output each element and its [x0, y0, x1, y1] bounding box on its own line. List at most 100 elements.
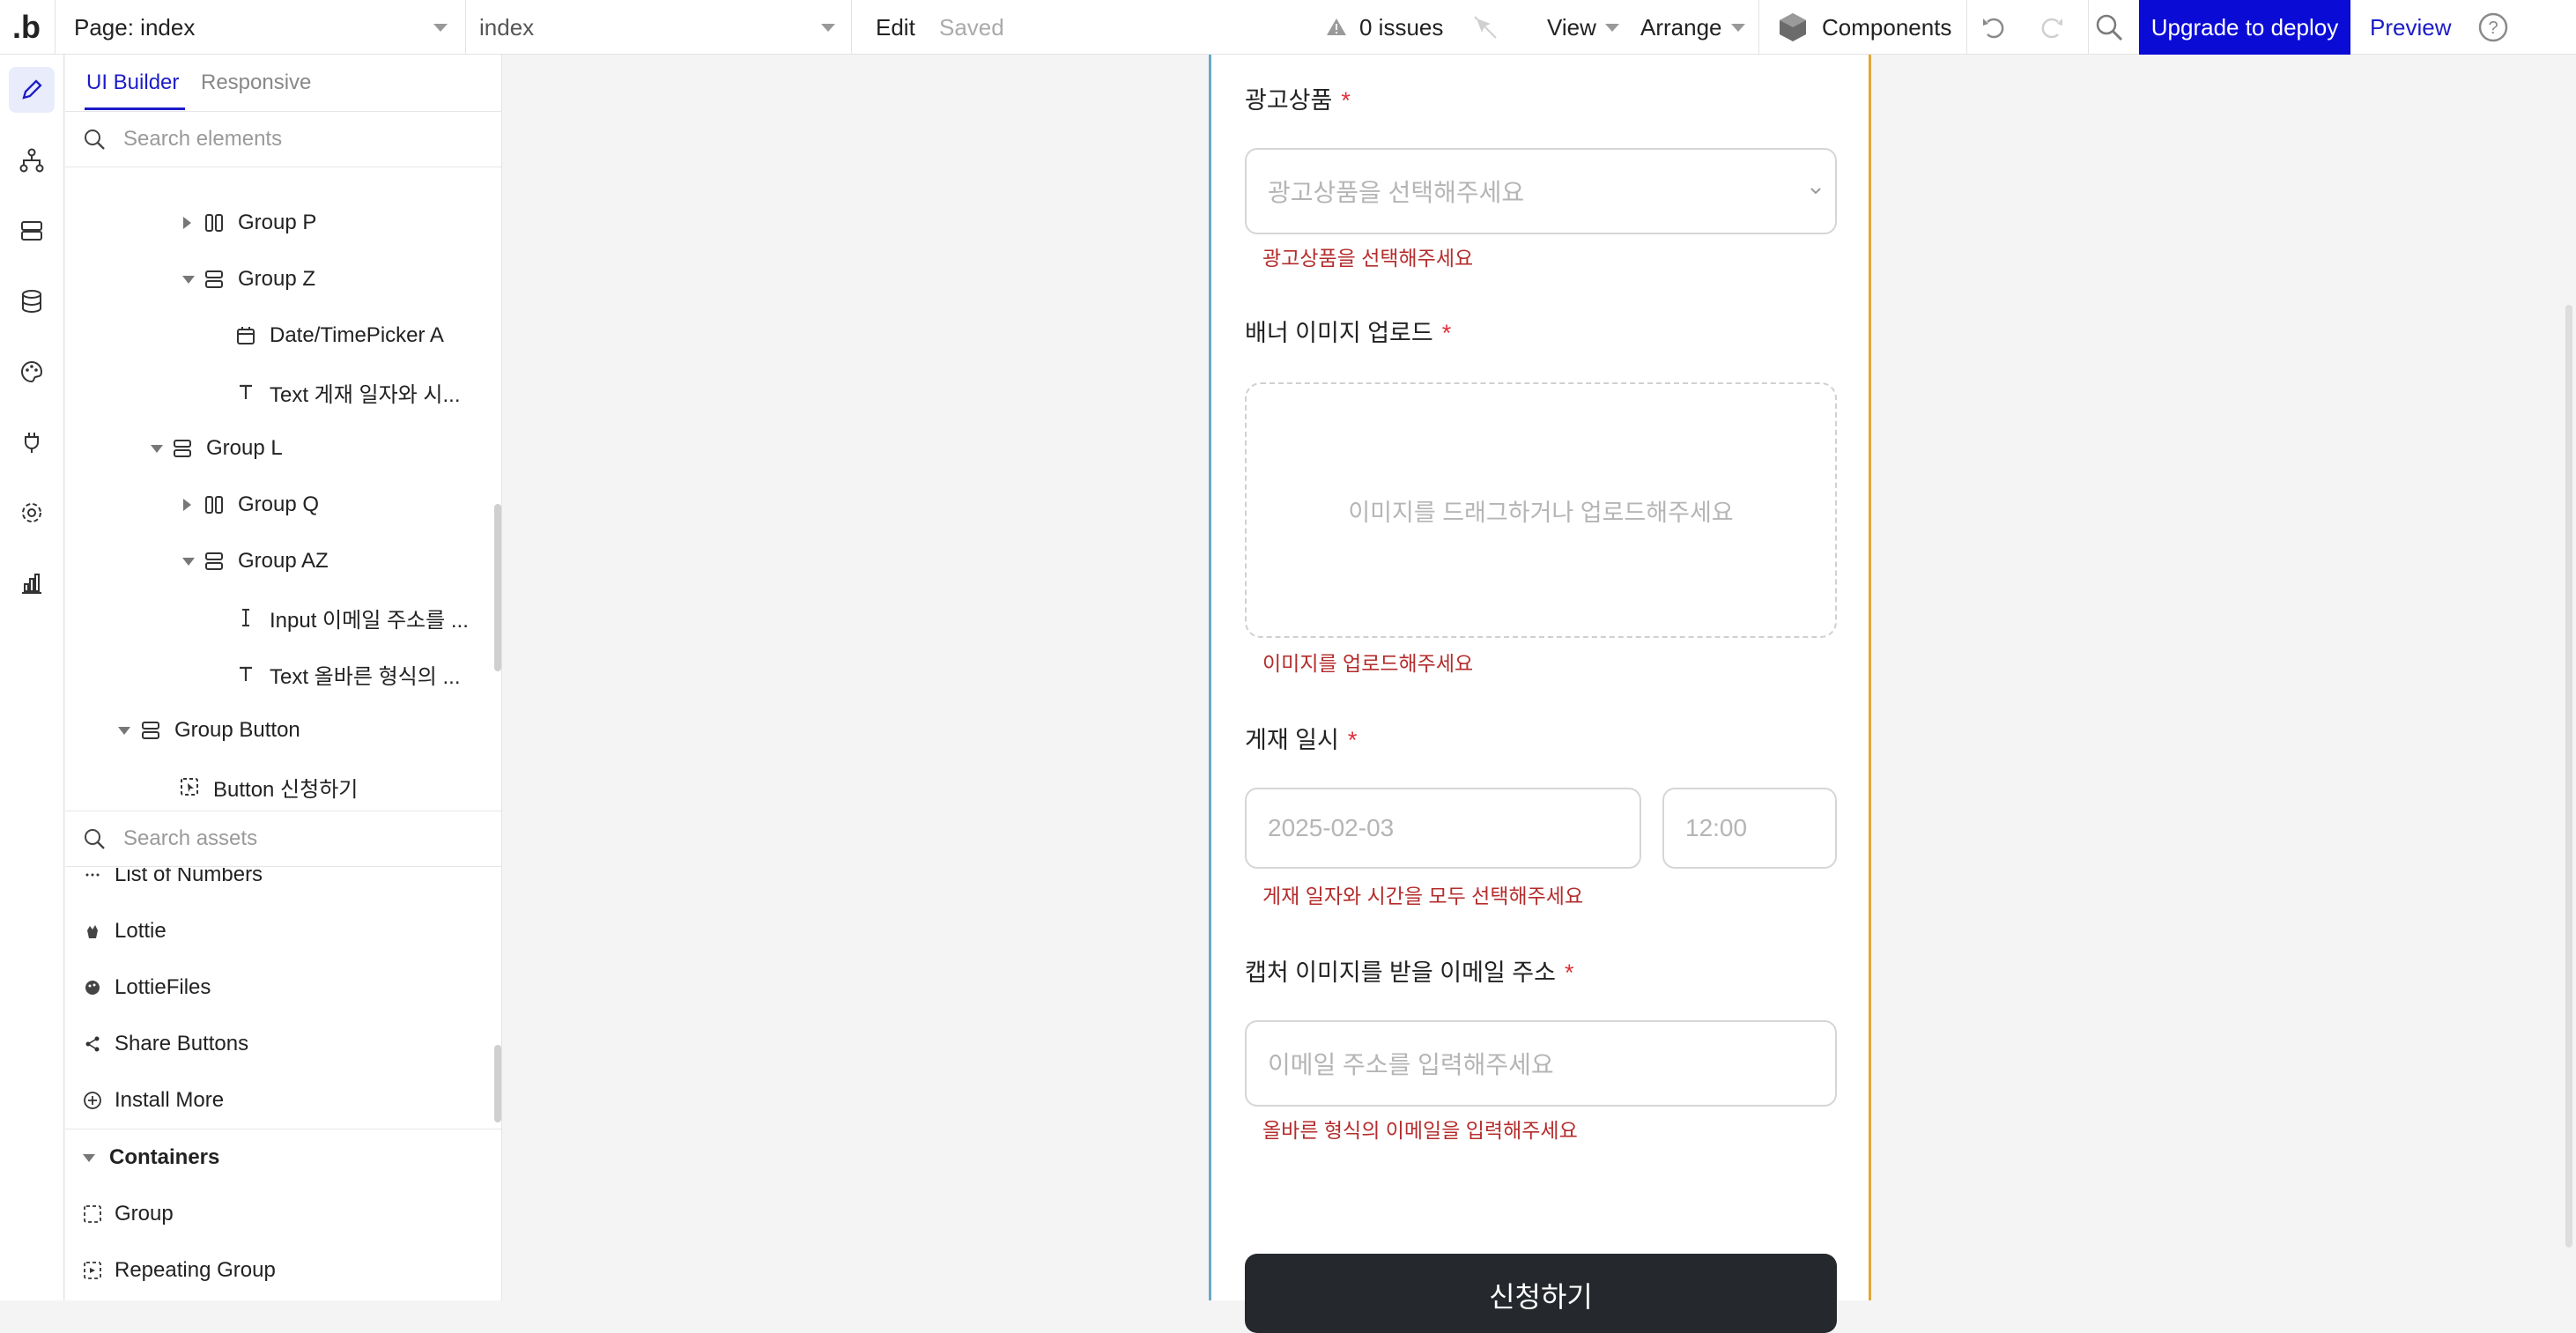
tree-item[interactable]: Group P	[65, 195, 488, 251]
issues-indicator[interactable]: 0 issues	[1326, 0, 1443, 55]
column-group-icon	[203, 550, 226, 573]
database-icon[interactable]	[9, 278, 55, 324]
container-item[interactable]: Repeating Group	[83, 1242, 276, 1299]
tree-item[interactable]: Input 이메일 주소를 ...	[65, 589, 488, 646]
containers-section-header[interactable]: Containers	[83, 1129, 219, 1178]
issues-label: 0 issues	[1359, 13, 1444, 41]
product-dropdown[interactable]: 광고상품을 선택해주세요	[1245, 148, 1837, 234]
tree-item-label: Text 올바른 형식의 ...	[270, 664, 461, 689]
asset-item[interactable]: Install More	[83, 1072, 224, 1129]
palette-icon[interactable]	[9, 349, 55, 395]
arrange-menu[interactable]: Arrange	[1640, 0, 1745, 55]
divider	[1758, 0, 1759, 55]
workflow-icon[interactable]	[9, 137, 55, 183]
undo-icon[interactable]	[1980, 0, 2009, 55]
tree-item[interactable]: Date/TimePicker A	[65, 307, 488, 364]
plus-circle-icon	[83, 1091, 102, 1110]
search-assets-placeholder: Search assets	[123, 826, 258, 850]
tab-ui-builder[interactable]: UI Builder	[86, 70, 179, 95]
asset-item[interactable]: List of Numbers	[83, 868, 263, 903]
chevron-down-icon	[1730, 23, 1745, 32]
upgrade-to-deploy-button[interactable]: Upgrade to deploy	[2139, 0, 2350, 55]
tree-item-label: Input 이메일 주소를 ...	[270, 608, 469, 633]
tree-item[interactable]: Button 신청하기	[65, 759, 488, 815]
label-text: 캡처 이미지를 받을 이메일 주소	[1245, 959, 1556, 986]
caret-down-icon[interactable]	[182, 557, 195, 566]
warning-icon	[1327, 19, 1346, 35]
search-elements-placeholder: Search elements	[123, 127, 283, 151]
data-server-icon[interactable]	[9, 208, 55, 254]
dropzone-text: 이미지를 드래그하거나 업로드해주세요	[1348, 499, 1734, 526]
image-upload-dropzone[interactable]: 이미지를 드래그하거나 업로드해주세요	[1245, 382, 1837, 638]
column-group-icon	[171, 437, 194, 460]
banner-error: 이미지를 업로드해주세요	[1262, 652, 1474, 675]
search-elements[interactable]: Search elements	[65, 111, 502, 167]
tree-item[interactable]: Group Q	[65, 477, 488, 533]
assets-list: List of Numbers Lottie LottieFiles Share…	[65, 868, 502, 1178]
inspect-icon[interactable]	[1473, 0, 1498, 55]
tree-item[interactable]: Group Button	[65, 702, 488, 759]
tree-item-label: Group Button	[174, 718, 300, 742]
element-selector-label: index	[479, 13, 535, 41]
caret-down-icon[interactable]	[118, 726, 130, 735]
time-input[interactable]: 12:00	[1662, 788, 1837, 869]
asset-item[interactable]: LottieFiles	[83, 959, 211, 1016]
view-menu[interactable]: View	[1547, 0, 1619, 55]
design-pencil-icon[interactable]	[9, 67, 55, 113]
tree-scrollbar[interactable]	[494, 504, 501, 671]
required-mark: *	[1564, 959, 1574, 986]
settings-gear-icon[interactable]	[9, 490, 55, 536]
repeating-group-icon	[83, 1261, 102, 1280]
date-input[interactable]: 2025-02-03	[1245, 788, 1641, 869]
redo-icon[interactable]	[2037, 0, 2065, 55]
email-error: 올바른 형식의 이메일을 입력해주세요	[1262, 1119, 1578, 1142]
tree-item-label: Group AZ	[238, 549, 329, 573]
elements-panel: UI Builder Responsive Search elements Gr…	[65, 55, 502, 1300]
chevron-down-icon	[433, 23, 448, 32]
search-assets[interactable]: Search assets	[65, 811, 502, 867]
asset-label: Share Buttons	[115, 1032, 249, 1055]
container-item[interactable]: Group	[83, 1186, 174, 1242]
tab-responsive[interactable]: Responsive	[201, 70, 311, 95]
view-label: View	[1547, 13, 1596, 41]
tree-item[interactable]: Text 게재 일자와 시...	[65, 364, 488, 420]
tree-item[interactable]: Group AZ	[65, 533, 488, 589]
assets-scrollbar[interactable]	[494, 1045, 501, 1122]
bubble-logo[interactable]: .b	[12, 0, 41, 55]
canvas-scrollbar[interactable]	[2565, 305, 2572, 1248]
page-selector[interactable]: Page: index	[74, 0, 453, 55]
icon-rail	[0, 55, 64, 1300]
caret-right-icon[interactable]	[183, 499, 191, 511]
components-button[interactable]: Components	[1776, 0, 1951, 55]
product-label: 광고상품 *	[1245, 81, 1351, 115]
logs-chart-icon[interactable]	[9, 560, 55, 606]
email-input[interactable]: 이메일 주소를 입력해주세요	[1245, 1020, 1837, 1107]
caret-right-icon[interactable]	[183, 217, 191, 229]
help-icon[interactable]: ?	[2477, 0, 2509, 55]
container-label: Repeating Group	[115, 1258, 276, 1282]
edit-menu[interactable]: Edit	[876, 0, 915, 55]
tree-item-label: Date/TimePicker A	[270, 323, 444, 347]
tree-item[interactable]: Group Z	[65, 251, 488, 307]
chevron-down-icon	[1604, 23, 1619, 32]
submit-button[interactable]: 신청하기	[1245, 1254, 1837, 1333]
text-icon	[234, 663, 257, 685]
page-selector-label: Page: index	[74, 13, 196, 41]
plugin-icon[interactable]	[9, 419, 55, 465]
tree-item-label: Text 게재 일자와 시...	[270, 382, 461, 407]
active-tab-underline	[85, 107, 185, 110]
components-label: Components	[1822, 13, 1952, 41]
caret-down-icon[interactable]	[182, 275, 195, 284]
preview-button[interactable]: Preview	[2370, 0, 2451, 55]
page-preview[interactable]: 광고상품 * 광고상품을 선택해주세요 광고상품을 선택해주세요 배너 이미지 업…	[1209, 55, 1871, 1333]
asset-item[interactable]: Lottie	[83, 903, 167, 959]
lottiefiles-icon	[83, 978, 102, 997]
element-selector[interactable]: index	[479, 0, 840, 55]
cube-icon	[1780, 13, 1806, 41]
tree-item[interactable]: Group L	[65, 420, 488, 477]
search-icon[interactable]	[2093, 0, 2125, 55]
asset-item[interactable]: Share Buttons	[83, 1016, 248, 1072]
tree-item[interactable]: Text 올바른 형식의 ...	[65, 646, 488, 702]
caret-down-icon[interactable]	[151, 444, 163, 453]
dots-icon	[83, 868, 102, 885]
